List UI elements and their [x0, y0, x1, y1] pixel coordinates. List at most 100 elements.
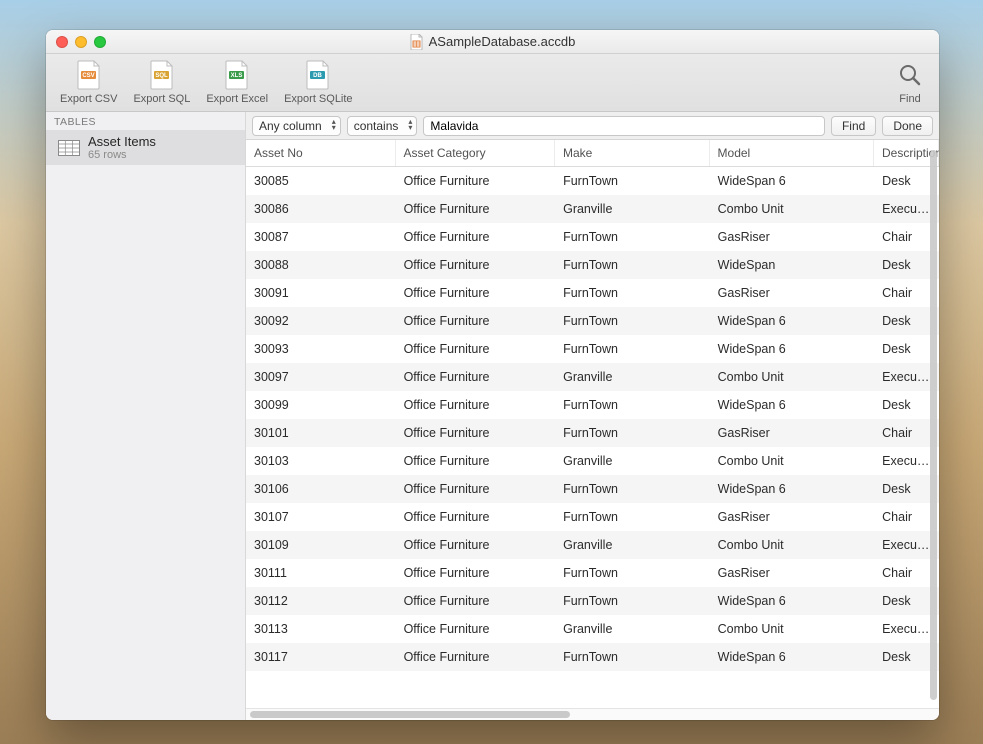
- table-row[interactable]: 30117Office FurnitureFurnTownWideSpan 6D…: [246, 643, 939, 671]
- window-controls: [56, 36, 106, 48]
- cell-make: Granville: [555, 363, 710, 391]
- table-row[interactable]: 30086Office FurnitureGranvilleCombo Unit…: [246, 195, 939, 223]
- cell-category: Office Furniture: [396, 391, 556, 419]
- cell-asset-no: 30112: [246, 587, 396, 615]
- document-icon: [410, 34, 424, 50]
- stepper-icon: [408, 119, 412, 131]
- cell-category: Office Furniture: [396, 279, 556, 307]
- svg-text:CSV: CSV: [82, 73, 94, 79]
- match-mode-select[interactable]: contains: [347, 116, 418, 136]
- cell-asset-no: 30103: [246, 447, 396, 475]
- svg-text:SQL: SQL: [155, 73, 168, 79]
- cell-make: FurnTown: [555, 307, 710, 335]
- find-button[interactable]: Find: [887, 58, 933, 107]
- cell-model: GasRiser: [710, 559, 875, 587]
- csv-file-icon: CSV: [74, 60, 104, 90]
- cell-asset-no: 30107: [246, 503, 396, 531]
- cell-category: Office Furniture: [396, 167, 556, 195]
- cell-category: Office Furniture: [396, 419, 556, 447]
- cell-category: Office Furniture: [396, 643, 556, 671]
- cell-model: GasRiser: [710, 279, 875, 307]
- column-header-asset-category[interactable]: Asset Category: [396, 140, 555, 166]
- table-row[interactable]: 30093Office FurnitureFurnTownWideSpan 6D…: [246, 335, 939, 363]
- table-row[interactable]: 30103Office FurnitureGranvilleCombo Unit…: [246, 447, 939, 475]
- table-row[interactable]: 30087Office FurnitureFurnTownGasRiserCha…: [246, 223, 939, 251]
- cell-make: FurnTown: [555, 279, 710, 307]
- cell-category: Office Furniture: [396, 195, 556, 223]
- app-window: ASampleDatabase.accdb CSV Export CSV SQL…: [46, 30, 939, 720]
- cell-asset-no: 30091: [246, 279, 396, 307]
- export-sql-button[interactable]: SQL Export SQL: [125, 58, 198, 107]
- cell-asset-no: 30099: [246, 391, 396, 419]
- export-csv-button[interactable]: CSV Export CSV: [52, 58, 125, 107]
- cell-model: WideSpan 6: [710, 167, 875, 195]
- cell-model: Combo Unit: [710, 531, 875, 559]
- cell-make: FurnTown: [555, 419, 710, 447]
- sidebar-item-label: Asset Items: [88, 134, 156, 149]
- column-scope-select[interactable]: Any column: [252, 116, 341, 136]
- table-row[interactable]: 30107Office FurnitureFurnTownGasRiserCha…: [246, 503, 939, 531]
- table-row[interactable]: 30088Office FurnitureFurnTownWideSpanDes…: [246, 251, 939, 279]
- cell-model: WideSpan 6: [710, 643, 875, 671]
- table-row[interactable]: 30097Office FurnitureGranvilleCombo Unit…: [246, 363, 939, 391]
- done-button[interactable]: Done: [882, 116, 933, 136]
- cell-asset-no: 30088: [246, 251, 396, 279]
- sidebar-section-header: TABLES: [46, 112, 245, 130]
- export-excel-button[interactable]: XLS Export Excel: [198, 58, 276, 107]
- cell-model: Combo Unit: [710, 363, 875, 391]
- cell-category: Office Furniture: [396, 615, 556, 643]
- column-header-asset-no[interactable]: Asset No: [246, 140, 396, 166]
- cell-category: Office Furniture: [396, 363, 556, 391]
- cell-model: WideSpan 6: [710, 307, 875, 335]
- cell-make: FurnTown: [555, 587, 710, 615]
- cell-model: WideSpan 6: [710, 587, 875, 615]
- cell-make: FurnTown: [555, 251, 710, 279]
- window-title: ASampleDatabase.accdb: [429, 34, 576, 49]
- table-row[interactable]: 30101Office FurnitureFurnTownGasRiserCha…: [246, 419, 939, 447]
- cell-asset-no: 30113: [246, 615, 396, 643]
- vertical-scrollbar[interactable]: [930, 150, 937, 700]
- table[interactable]: Asset No Asset Category Make Model Descr…: [246, 140, 939, 708]
- toolbar-label: Export Excel: [206, 93, 268, 105]
- search-input[interactable]: [423, 116, 825, 136]
- minimize-window-button[interactable]: [75, 36, 87, 48]
- cell-asset-no: 30117: [246, 643, 396, 671]
- cell-make: FurnTown: [555, 503, 710, 531]
- cell-model: Combo Unit: [710, 615, 875, 643]
- cell-model: Combo Unit: [710, 447, 875, 475]
- cell-make: FurnTown: [555, 335, 710, 363]
- table-row[interactable]: 30091Office FurnitureFurnTownGasRiserCha…: [246, 279, 939, 307]
- sidebar-item-asset-items[interactable]: Asset Items 65 rows: [46, 130, 245, 165]
- table-icon: [58, 140, 80, 156]
- export-sqlite-button[interactable]: DB Export SQLite: [276, 58, 360, 107]
- cell-category: Office Furniture: [396, 251, 556, 279]
- cell-category: Office Furniture: [396, 475, 556, 503]
- main-pane: Any column contains Find Done Asset No A…: [246, 112, 939, 720]
- toolbar-label: Export SQLite: [284, 93, 352, 105]
- sidebar: TABLES Asset Items 65 rows: [46, 112, 246, 720]
- find-next-button[interactable]: Find: [831, 116, 876, 136]
- table-row[interactable]: 30111Office FurnitureFurnTownGasRiserCha…: [246, 559, 939, 587]
- column-header-model[interactable]: Model: [710, 140, 874, 166]
- table-row[interactable]: 30085Office FurnitureFurnTownWideSpan 6D…: [246, 167, 939, 195]
- table-row[interactable]: 30092Office FurnitureFurnTownWideSpan 6D…: [246, 307, 939, 335]
- column-header-make[interactable]: Make: [555, 140, 710, 166]
- table-row[interactable]: 30113Office FurnitureGranvilleCombo Unit…: [246, 615, 939, 643]
- cell-category: Office Furniture: [396, 447, 556, 475]
- table-row[interactable]: 30099Office FurnitureFurnTownWideSpan 6D…: [246, 391, 939, 419]
- table-row[interactable]: 30106Office FurnitureFurnTownWideSpan 6D…: [246, 475, 939, 503]
- sql-file-icon: SQL: [147, 60, 177, 90]
- xls-file-icon: XLS: [222, 60, 252, 90]
- table-row[interactable]: 30109Office FurnitureGranvilleCombo Unit…: [246, 531, 939, 559]
- zoom-window-button[interactable]: [94, 36, 106, 48]
- horizontal-scrollbar[interactable]: [246, 708, 939, 720]
- cell-asset-no: 30111: [246, 559, 396, 587]
- cell-make: FurnTown: [555, 643, 710, 671]
- toolbar-label: Find: [899, 93, 920, 105]
- toolbar: CSV Export CSV SQL Export SQL XLS Export…: [46, 54, 939, 112]
- cell-category: Office Furniture: [396, 503, 556, 531]
- close-window-button[interactable]: [56, 36, 68, 48]
- cell-model: WideSpan 6: [710, 335, 875, 363]
- scrollbar-thumb[interactable]: [250, 711, 570, 718]
- table-row[interactable]: 30112Office FurnitureFurnTownWideSpan 6D…: [246, 587, 939, 615]
